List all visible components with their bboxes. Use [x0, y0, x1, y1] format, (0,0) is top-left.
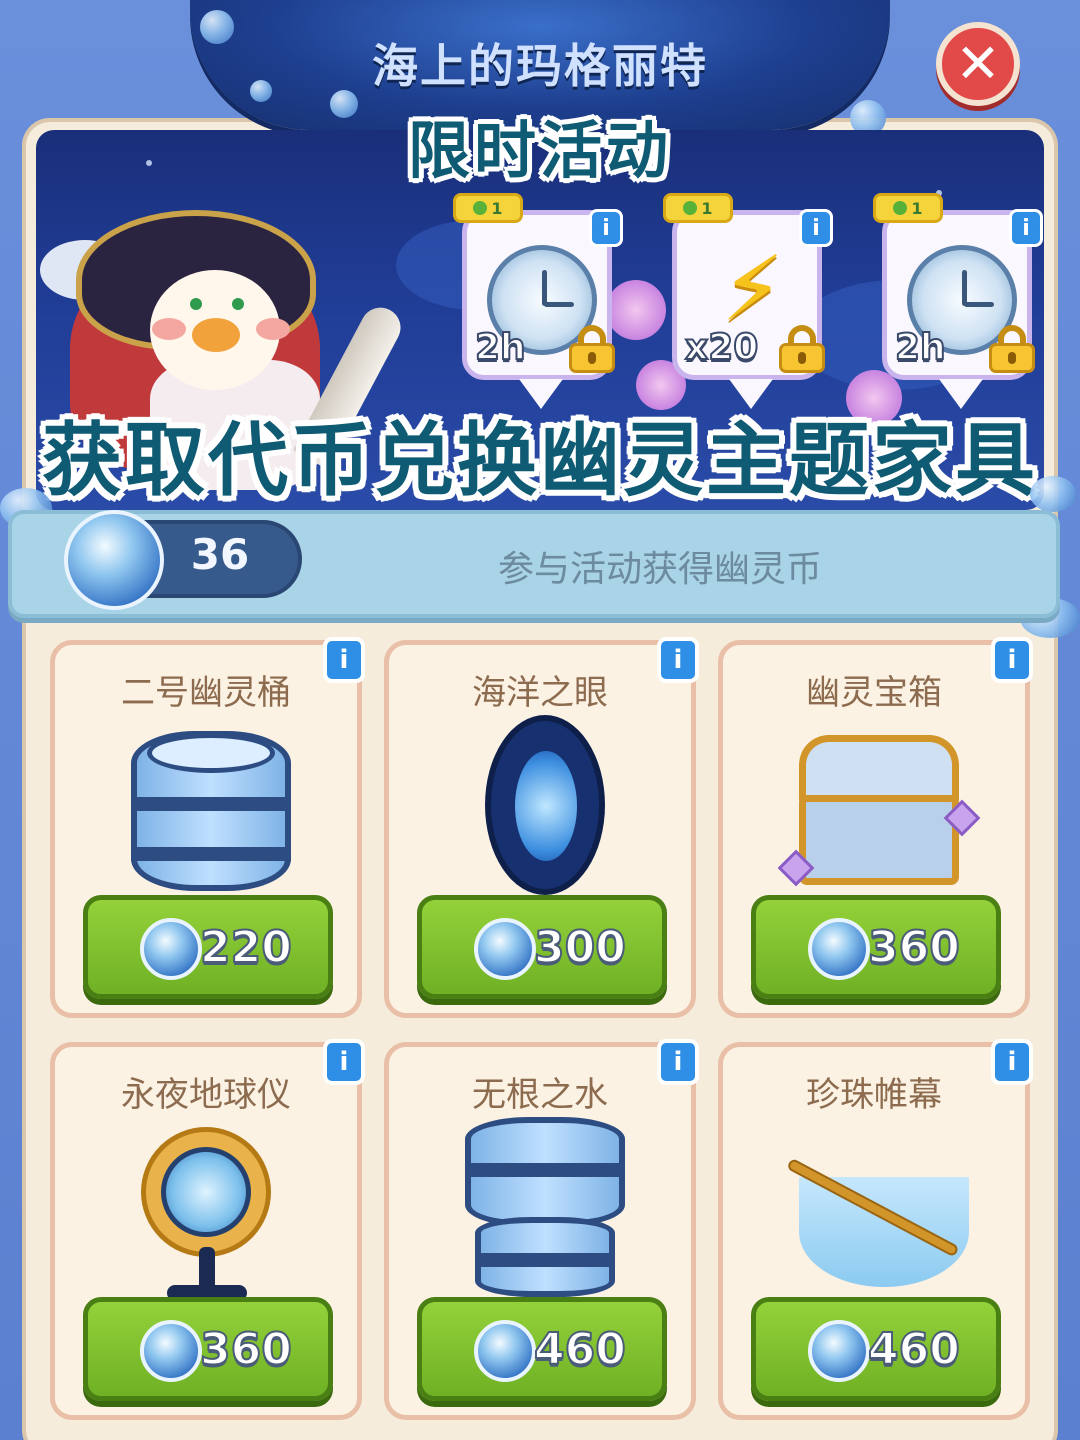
shop-item-name: 无根之水 [472, 1075, 608, 1115]
reward-badge: 1 [663, 193, 733, 223]
price-value: 460 [533, 1323, 627, 1376]
shop-item-name: 永夜地球仪 [121, 1075, 291, 1115]
globe-icon [111, 1117, 311, 1301]
character-blush [152, 318, 186, 340]
lock-icon [569, 325, 615, 373]
buy-button[interactable]: 460 [417, 1297, 667, 1401]
pearl-curtain-icon [779, 1117, 979, 1297]
barrel-icon [111, 715, 311, 895]
bubble-decoration [1030, 476, 1076, 512]
reward-card[interactable]: 1 i 2h [453, 193, 623, 409]
shop-item-name: 幽灵宝箱 [806, 673, 942, 713]
ghost-coin-icon [64, 510, 164, 610]
shop-item-name: 二号幽灵桶 [121, 673, 291, 713]
shop-item-card[interactable]: i 二号幽灵桶 220 [50, 637, 365, 1018]
clover-icon [473, 201, 488, 215]
shop-item-card[interactable]: i 珍珠帷幕 460 [718, 1039, 1033, 1420]
shop-item-card[interactable]: i 无根之水 460 [384, 1039, 699, 1420]
reward-card[interactable]: 1 i ⚡ x20 [663, 193, 833, 409]
clover-icon [893, 201, 908, 215]
buy-button[interactable]: 360 [751, 895, 1001, 999]
reward-badge: 1 [453, 193, 523, 223]
character-eye [232, 298, 244, 310]
info-icon[interactable]: i [589, 209, 623, 247]
reward-card[interactable]: 1 i 2h [873, 193, 1043, 409]
character-eye [190, 298, 202, 310]
reward-badge: 1 [873, 193, 943, 223]
ghost-coin-icon [140, 918, 202, 980]
shop-item-name: 海洋之眼 [472, 673, 608, 713]
water-barrel-icon [445, 1117, 645, 1297]
info-icon[interactable]: i [1009, 209, 1043, 247]
buy-button[interactable]: 300 [417, 895, 667, 999]
buy-button[interactable]: 360 [83, 1297, 333, 1401]
caption-exchange: 获取代币兑换幽灵主题家具 [42, 414, 1038, 507]
price-value: 360 [867, 921, 961, 974]
character-beak [192, 318, 240, 352]
character-blush [256, 318, 290, 340]
currency-hint: 参与活动获得幽灵币 [497, 549, 822, 590]
buy-button[interactable]: 220 [83, 895, 333, 999]
info-icon[interactable]: i [799, 209, 833, 247]
reward-amount: 2h [474, 326, 527, 369]
lock-icon [989, 325, 1035, 373]
price-value: 360 [199, 1323, 293, 1376]
lock-icon [779, 325, 825, 373]
window-title: 海上的玛格丽特 [372, 39, 708, 93]
price-value: 220 [199, 921, 293, 974]
ghost-coin-icon [140, 1320, 202, 1382]
price-value: 460 [867, 1323, 961, 1376]
close-icon: ✕ [955, 32, 1001, 95]
shop-item-name: 珍珠帷幕 [806, 1075, 942, 1115]
shop-item-card[interactable]: i 幽灵宝箱 360 [718, 637, 1033, 1018]
shop-item-card[interactable]: i 海洋之眼 300 [384, 637, 699, 1018]
close-button[interactable]: ✕ [936, 22, 1020, 106]
price-value: 300 [533, 921, 627, 974]
lightning-icon: ⚡ [721, 237, 785, 342]
shop-item-card[interactable]: i 永夜地球仪 360 [50, 1039, 365, 1420]
ghost-coin-icon [474, 918, 536, 980]
buy-button[interactable]: 460 [751, 1297, 1001, 1401]
currency-count: 36 [190, 530, 250, 579]
ghost-coin-icon [474, 1320, 536, 1382]
ghost-coin-icon [808, 918, 870, 980]
reward-amount: 2h [894, 326, 947, 369]
ghost-coin-icon [808, 1320, 870, 1382]
clover-icon [683, 201, 698, 215]
treasure-chest-icon [777, 715, 981, 895]
mirror-icon [445, 715, 645, 895]
caption-limited-event: 限时活动 [407, 114, 672, 187]
reward-amount: x20 [684, 326, 759, 369]
